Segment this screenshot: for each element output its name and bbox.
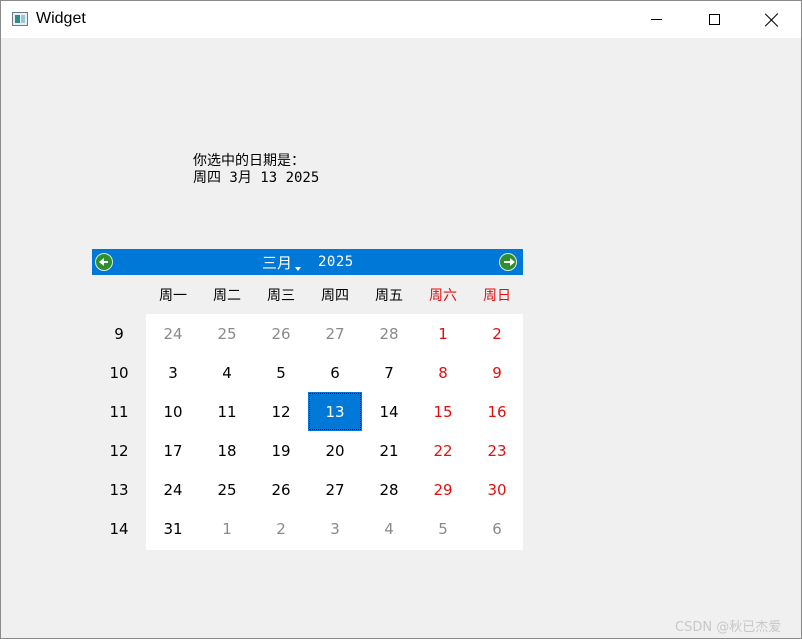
calendar-day[interactable]: 2	[254, 509, 308, 548]
calendar-day[interactable]: 19	[254, 431, 308, 470]
week-number: 11	[109, 402, 129, 421]
week-number: 10	[109, 363, 129, 382]
year-selector[interactable]: 2025	[318, 254, 354, 270]
close-button[interactable]	[743, 1, 801, 38]
calendar-day[interactable]: 16	[470, 392, 524, 431]
calendar-day[interactable]: 9	[470, 353, 524, 392]
calendar-day[interactable]: 3	[146, 353, 200, 392]
weekday-header-4: 周四	[321, 287, 349, 304]
minimize-button[interactable]	[627, 1, 685, 38]
calendar-day[interactable]: 23	[470, 431, 524, 470]
calendar-day[interactable]: 30	[470, 470, 524, 509]
calendar-day[interactable]: 24	[146, 314, 200, 353]
calendar-day[interactable]: 6	[308, 353, 362, 392]
week-number: 12	[109, 441, 129, 460]
calendar-day[interactable]: 25	[200, 470, 254, 509]
calendar-day[interactable]: 3	[308, 509, 362, 548]
close-icon	[765, 13, 779, 27]
calendar-day[interactable]: 7	[362, 353, 416, 392]
calendar-day[interactable]: 6	[470, 509, 524, 548]
calendar-day[interactable]: 12	[254, 392, 308, 431]
calendar-day[interactable]: 17	[146, 431, 200, 470]
calendar-day[interactable]: 22	[416, 431, 470, 470]
app-window: Widget 你选中的日期是： 周四 3月 13 2025 三月 2025 周一…	[0, 0, 802, 639]
calendar-day[interactable]: 10	[146, 392, 200, 431]
calendar-day[interactable]: 8	[416, 353, 470, 392]
weekday-header-2: 周二	[213, 287, 241, 304]
calendar-day[interactable]: 28	[362, 470, 416, 509]
calendar-day[interactable]: 14	[362, 392, 416, 431]
prev-month-button[interactable]	[95, 253, 113, 271]
next-month-button[interactable]	[499, 253, 517, 271]
calendar-day[interactable]: 28	[362, 314, 416, 353]
maximize-button[interactable]	[685, 1, 743, 38]
selected-date-label: 你选中的日期是：	[193, 153, 305, 169]
maximize-icon	[708, 14, 720, 25]
calendar-day[interactable]: 26	[254, 314, 308, 353]
calendar-day[interactable]: 1	[416, 314, 470, 353]
calendar-widget: 三月 2025 周一 周二 周三 周四 周五 周六 周日 9 24 25 26 27 28 1 2 10 3 4 5…	[92, 249, 523, 550]
calendar-day[interactable]: 27	[308, 470, 362, 509]
calendar-day[interactable]: 20	[308, 431, 362, 470]
calendar-day[interactable]: 18	[200, 431, 254, 470]
month-label: 三月	[262, 254, 293, 272]
month-selector[interactable]: 三月	[262, 252, 302, 273]
week-number: 14	[109, 519, 129, 538]
calendar-day[interactable]: 1	[200, 509, 254, 548]
calendar-day[interactable]: 31	[146, 509, 200, 548]
weekday-header-3: 周三	[267, 287, 295, 304]
window-title: Widget	[36, 10, 86, 27]
calendar-day[interactable]: 29	[416, 470, 470, 509]
calendar-day[interactable]: 5	[254, 353, 308, 392]
calendar-day[interactable]: 25	[200, 314, 254, 353]
minimize-icon	[650, 19, 662, 20]
weekday-header-5: 周五	[375, 287, 403, 304]
calendar-day[interactable]: 4	[362, 509, 416, 548]
calendar-navigation-bar: 三月 2025	[92, 249, 523, 275]
week-number: 13	[109, 480, 129, 499]
calendar-day[interactable]: 4	[200, 353, 254, 392]
calendar-day[interactable]: 15	[416, 392, 470, 431]
watermark: CSDN @秋已杰爱	[675, 620, 782, 635]
calendar-day[interactable]: 5	[416, 509, 470, 548]
calendar-day[interactable]: 27	[308, 314, 362, 353]
chevron-down-icon	[295, 267, 302, 271]
selected-date-value: 周四 3月 13 2025	[193, 170, 320, 186]
calendar-day[interactable]: 26	[254, 470, 308, 509]
calendar-day[interactable]: 2	[470, 314, 524, 353]
calendar-day[interactable]: 21	[362, 431, 416, 470]
calendar-day[interactable]: 24	[146, 470, 200, 509]
week-number: 9	[114, 324, 124, 343]
title-bar[interactable]: Widget	[1, 1, 801, 38]
weekday-header-1: 周一	[159, 287, 187, 304]
calendar-day-selected[interactable]: 13	[308, 392, 362, 431]
weekday-header-6: 周六	[429, 287, 457, 304]
app-window-icon	[12, 12, 28, 26]
calendar-day[interactable]: 11	[200, 392, 254, 431]
weekday-header-7: 周日	[483, 287, 511, 304]
